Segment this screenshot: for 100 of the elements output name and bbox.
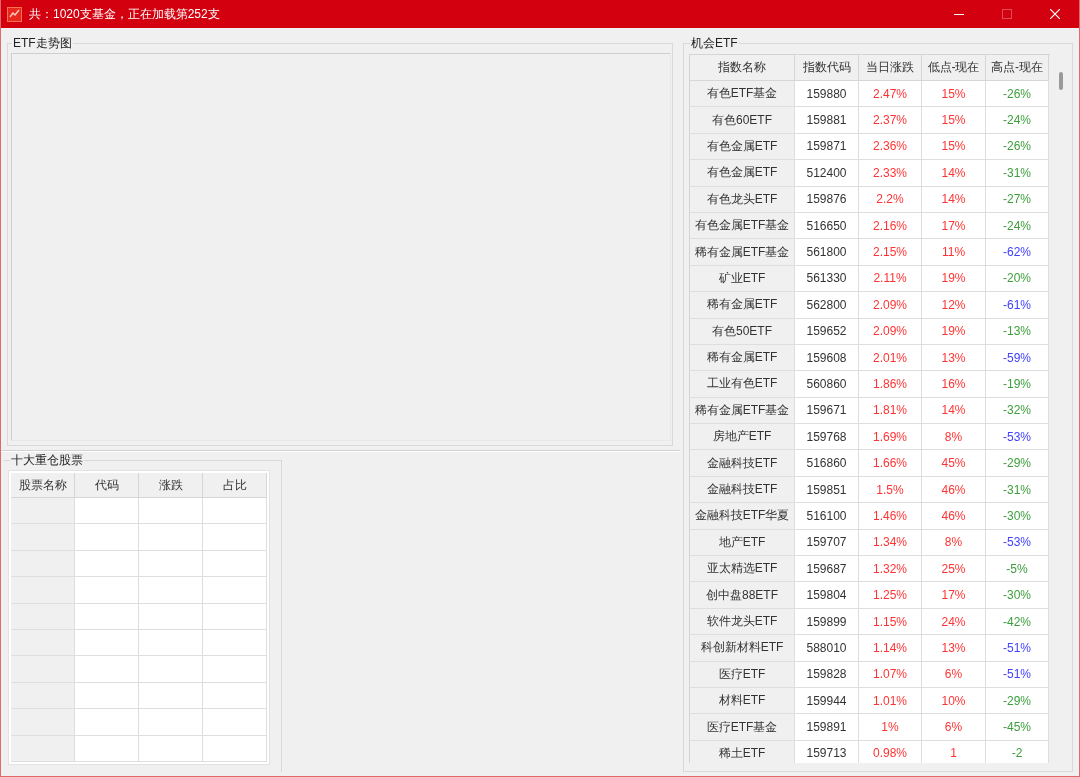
table-cell: 159876 <box>795 186 859 213</box>
table-cell: 1.5% <box>859 476 922 504</box>
table-cell: 562800 <box>795 292 859 319</box>
table-cell: 159899 <box>795 608 859 636</box>
table-cell: 创中盘88ETF <box>690 582 795 609</box>
table-cell: -53% <box>986 529 1049 557</box>
table-cell: 房地产ETF <box>690 424 795 451</box>
table-cell: 医疗ETF基金 <box>690 714 795 741</box>
table-cell: 1% <box>859 714 922 741</box>
table-cell: 1 <box>922 740 986 763</box>
column-header[interactable]: 涨跌 <box>139 473 203 499</box>
table-cell: 2.01% <box>859 344 922 372</box>
table-cell: 6% <box>922 661 986 688</box>
table-cell: -2 <box>986 740 1049 763</box>
group-title: ETF走势图 <box>12 36 73 50</box>
table-cell: 医疗ETF <box>690 661 795 688</box>
table-cell: 159608 <box>795 344 859 372</box>
table-cell: 2.09% <box>859 292 922 319</box>
column-header[interactable]: 低点-现在 <box>922 55 986 81</box>
table-cell: 12% <box>922 292 986 319</box>
table-cell <box>139 577 203 604</box>
table-cell: 稀有金属ETF基金 <box>690 397 795 425</box>
table-cell <box>11 682 75 710</box>
table-cell: 16% <box>922 371 986 398</box>
table-cell: 2.16% <box>859 212 922 240</box>
table-cell: 有色金属ETF <box>690 133 795 161</box>
table-cell: 159768 <box>795 424 859 451</box>
table-cell: 1.81% <box>859 397 922 425</box>
table-cell: 45% <box>922 450 986 477</box>
table-cell <box>11 709 75 736</box>
table-cell: 516860 <box>795 450 859 477</box>
table-cell: 159891 <box>795 714 859 741</box>
table-cell: -27% <box>986 186 1049 213</box>
table-cell: 2.36% <box>859 133 922 161</box>
table-cell: 159687 <box>795 556 859 583</box>
table-cell <box>75 524 139 551</box>
column-header[interactable]: 指数名称 <box>690 55 795 81</box>
table-cell <box>139 603 203 631</box>
table-cell: 有色50ETF <box>690 318 795 345</box>
table-cell: 19% <box>922 318 986 345</box>
table-cell: 14% <box>922 397 986 425</box>
table-cell: 159944 <box>795 688 859 715</box>
table-cell <box>139 709 203 736</box>
table-cell: 159713 <box>795 740 859 763</box>
table-cell: 14% <box>922 186 986 213</box>
table-cell: 0.98% <box>859 740 922 763</box>
table-cell: 1.01% <box>859 688 922 715</box>
group-title: 机会ETF <box>690 36 739 50</box>
table-cell: 2.15% <box>859 239 922 266</box>
table-cell <box>139 630 203 657</box>
table-cell: 561330 <box>795 265 859 293</box>
table-cell <box>11 577 75 604</box>
table-cell: 516100 <box>795 503 859 530</box>
column-header[interactable]: 股票名称 <box>11 473 75 499</box>
table-cell <box>75 498 139 525</box>
table-cell: -59% <box>986 344 1049 372</box>
column-header[interactable]: 指数代码 <box>795 55 859 81</box>
close-icon <box>1050 9 1060 19</box>
table-cell <box>75 550 139 578</box>
table-cell <box>11 524 75 551</box>
table-cell: -29% <box>986 450 1049 477</box>
column-header[interactable]: 当日涨跌 <box>859 55 922 81</box>
table-cell: 11% <box>922 239 986 266</box>
table-cell: -19% <box>986 371 1049 398</box>
table-cell: 14% <box>922 160 986 187</box>
column-header[interactable]: 代码 <box>75 473 139 499</box>
window-title: 共：1020支基金，正在加载第252支 <box>29 5 220 23</box>
table-cell: -26% <box>986 81 1049 108</box>
table-cell: 矿业ETF <box>690 265 795 293</box>
scrollbar-thumb[interactable] <box>1059 72 1063 90</box>
table-cell: 17% <box>922 212 986 240</box>
table-cell: 159804 <box>795 582 859 609</box>
table-cell <box>75 603 139 631</box>
table-cell: 稀有金属ETF <box>690 292 795 319</box>
table-cell: -30% <box>986 582 1049 609</box>
table-cell: 15% <box>922 107 986 134</box>
table-cell: 有色龙头ETF <box>690 186 795 213</box>
table-cell: 159871 <box>795 133 859 161</box>
table-cell: 金融科技ETF <box>690 450 795 477</box>
table-cell <box>139 656 203 683</box>
table-cell: 科创新材料ETF <box>690 635 795 662</box>
table-cell: 19% <box>922 265 986 293</box>
table-cell <box>75 630 139 657</box>
table-cell: 1.86% <box>859 371 922 398</box>
table-cell: -42% <box>986 608 1049 636</box>
table-cell <box>11 550 75 578</box>
table-cell: 13% <box>922 635 986 662</box>
table-cell <box>75 577 139 604</box>
column-header[interactable]: 高点-现在 <box>986 55 1049 81</box>
table-cell: 稀有金属ETF <box>690 344 795 372</box>
table-cell <box>75 682 139 710</box>
table-cell <box>139 524 203 551</box>
table-cell: 稀有金属ETF基金 <box>690 239 795 266</box>
table-cell: -24% <box>986 107 1049 134</box>
table-cell: 588010 <box>795 635 859 662</box>
table-cell <box>11 498 75 525</box>
group-title: 十大重仓股票 <box>10 453 84 468</box>
table-cell: -30% <box>986 503 1049 530</box>
table-cell <box>75 656 139 683</box>
column-header[interactable]: 占比 <box>203 473 267 499</box>
